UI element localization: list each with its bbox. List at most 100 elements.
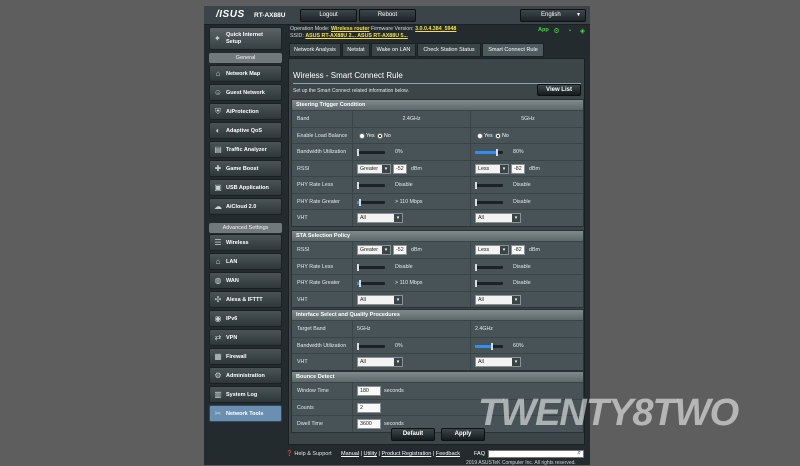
sidebar-item-administration[interactable]: ⚙ Administration — [209, 367, 282, 384]
bandwidth-5-slider[interactable] — [475, 149, 503, 156]
iface-bandwidth-24-slider[interactable] — [357, 342, 385, 350]
sidebar-item-alexa-ifttt[interactable]: ✣ Alexa & IFTTT — [209, 291, 282, 308]
load-balance-24-no-radio[interactable] — [377, 132, 383, 139]
sta-phy-greater-5-slider[interactable] — [475, 280, 503, 287]
phy-greater-24-slider[interactable] — [357, 198, 385, 206]
sta-phy-greater-24-slider[interactable] — [357, 280, 385, 287]
ssid-links[interactable]: ASUS RT-AX88U 2... ASUS RT-AX88U 5... — [305, 33, 408, 39]
logout-button[interactable]: Logout — [300, 9, 357, 22]
phy-less-5-slider[interactable] — [475, 182, 503, 189]
chevron-down-icon: ▾ — [512, 358, 520, 366]
tab-smart-connect-rule[interactable]: Smart Connect Rule — [482, 43, 544, 57]
chevron-down-icon: ▾ — [500, 246, 508, 254]
sidebar-item-lan[interactable]: ⌂ LAN — [209, 253, 282, 270]
app-indicator[interactable]: App — [538, 27, 549, 33]
sidebar-item-game-boost[interactable]: ✚ Game Boost — [209, 160, 282, 177]
iface-vht-24-select[interactable]: All ▾ — [357, 357, 403, 367]
counts-input[interactable]: 2 — [357, 402, 381, 413]
advanced-header: Advanced Settings — [209, 223, 282, 233]
rssi-24-operator-select[interactable]: Greater ▾ — [357, 163, 391, 174]
sidebar-item-usb-application[interactable]: ▣ USB Application — [209, 179, 282, 196]
iface-vht-5-select[interactable]: All ▾ — [475, 357, 521, 367]
sta-phy-less-24-slider[interactable] — [357, 263, 385, 271]
language-value: English — [541, 12, 561, 18]
tab-network-analysis[interactable]: Network Analysis — [289, 43, 341, 57]
chevron-down-icon: ▾ — [394, 358, 402, 366]
tab-netstat[interactable]: Netstat — [342, 43, 370, 57]
sta-vht-row: VHT All ▾ All ▾ — [292, 290, 583, 307]
alexa-icon: ✣ — [214, 295, 222, 304]
wifi-status-icon[interactable]: ◈ — [578, 27, 587, 36]
load-balance-5-no-radio[interactable] — [495, 132, 501, 139]
qos-icon: ◐ — [215, 126, 221, 135]
vht-24-select[interactable]: All ▾ — [357, 213, 403, 223]
vht-5-select[interactable]: All ▾ — [475, 213, 521, 223]
internet-status-icon[interactable]: ⚙ — [552, 27, 561, 36]
bandwidth-24-slider[interactable] — [357, 149, 385, 156]
manual-link[interactable]: Manual — [341, 451, 359, 457]
tab-check-station-status[interactable]: Check Station Status — [417, 43, 481, 57]
sta-rssi-24-input[interactable]: -52 — [393, 245, 407, 255]
sidebar-item-firewall[interactable]: ▦ Firewall — [209, 348, 282, 365]
chevron-down-icon: ▾ — [512, 214, 520, 222]
sta-vht-5-select[interactable]: All ▾ — [475, 294, 521, 305]
target-band-row: Target Band 5GHz 2.4GHz — [292, 320, 583, 337]
sidebar-item-system-log[interactable]: ▥ System Log — [209, 386, 282, 403]
rssi-5-input[interactable]: -82 — [511, 163, 525, 174]
brand-logo: /ISUS — [216, 9, 245, 20]
language-select[interactable]: English ▼ — [520, 9, 586, 22]
ipv6-icon: ◉ — [214, 314, 222, 323]
sidebar-item-wireless[interactable]: ☰ Wireless — [209, 234, 282, 251]
band-24-label: 2.4GHz — [402, 116, 421, 122]
utility-link[interactable]: Utility — [364, 451, 377, 457]
sidebar-item-wan[interactable]: ◍ WAN — [209, 272, 282, 289]
wan-icon: ◍ — [214, 276, 222, 285]
sidebar-item-vpn[interactable]: ⇄ VPN — [209, 329, 282, 346]
rssi-5-operator-select[interactable]: Less ▾ — [475, 163, 509, 174]
chevron-down-icon: ▼ — [576, 12, 581, 18]
faq-label: FAQ — [474, 451, 486, 457]
footer: ❓ Help & Support Manual | Utility | Prod… — [204, 448, 590, 466]
vht-row: VHT All ▾ All ▾ — [292, 209, 583, 226]
sta-vht-24-select[interactable]: All ▾ — [357, 294, 403, 305]
op-mode-link[interactable]: Wireless router — [331, 26, 370, 32]
load-balance-5-yes-radio[interactable] — [477, 132, 483, 139]
rssi-24-input[interactable]: -52 — [393, 163, 407, 174]
administration-icon: ⚙ — [214, 371, 222, 380]
search-icon[interactable]: ⌕ — [578, 450, 581, 457]
ssid-label: SSID: — [290, 33, 304, 39]
firmware-link[interactable]: 3.0.0.4.384_5948 — [415, 26, 456, 32]
iface-bandwidth-5-slider[interactable] — [475, 342, 503, 350]
usb-status-icon[interactable]: ◔ — [565, 27, 574, 36]
tab-wake-on-lan[interactable]: Wake on LAN — [371, 43, 416, 57]
sta-rssi-5-operator-select[interactable]: Less ▾ — [475, 245, 509, 255]
quick-internet-setup-button[interactable]: ✦ Quick Internet Setup — [209, 27, 282, 50]
sidebar-item-ipv6[interactable]: ◉ IPv6 — [209, 310, 282, 327]
sidebar-item-network-tools[interactable]: ✂ Network Tools — [209, 405, 282, 422]
sidebar-item-traffic-analyzer[interactable]: ▤ Traffic Analyzer — [209, 141, 282, 158]
sidebar-item-network-map[interactable]: ⌂ Network Map — [209, 65, 282, 82]
window-time-input[interactable]: 180 — [357, 386, 381, 396]
sta-rssi-24-operator-select[interactable]: Greater ▾ — [357, 245, 391, 255]
default-button[interactable]: Default — [391, 428, 435, 441]
lan-icon: ⌂ — [215, 257, 221, 266]
sta-phy-less-5-slider[interactable] — [475, 263, 503, 271]
reboot-button[interactable]: Reboot — [359, 9, 416, 22]
sidebar-item-aicloud[interactable]: ☁ AiCloud 2.0 — [209, 198, 282, 215]
product-registration-link[interactable]: Product Registration — [382, 451, 432, 457]
view-list-button[interactable]: View List — [537, 84, 581, 96]
sidebar-item-guest-network[interactable]: ☺ Guest Network — [209, 84, 282, 101]
faq-search-input[interactable]: ⌕ — [488, 450, 584, 458]
general-header: General — [209, 53, 282, 63]
feedback-link[interactable]: Feedback — [436, 451, 460, 457]
cloud-icon: ☁ — [214, 202, 222, 211]
network-tools-icon: ✂ — [214, 409, 222, 418]
sidebar-item-aiprotection[interactable]: ⛨ AiProtection — [209, 103, 282, 120]
sidebar-item-adaptive-qos[interactable]: ◐ Adaptive QoS — [209, 122, 282, 139]
phy-greater-5-slider[interactable] — [475, 198, 503, 206]
sta-rssi-5-input[interactable]: -82 — [511, 245, 525, 255]
op-mode-label: Operation Mode: — [290, 26, 330, 32]
load-balance-24-yes-radio[interactable] — [359, 132, 365, 139]
dwell-time-input[interactable]: 3600 — [357, 419, 381, 429]
phy-less-24-slider[interactable] — [357, 182, 385, 189]
